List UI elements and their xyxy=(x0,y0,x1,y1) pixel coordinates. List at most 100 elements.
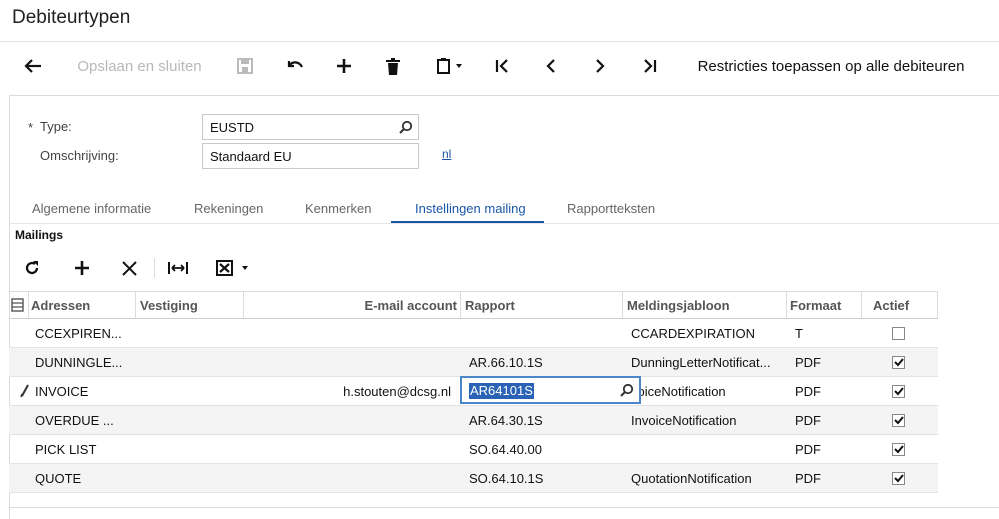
cell-actief[interactable] xyxy=(892,348,912,376)
undo-icon xyxy=(287,61,303,68)
delete-button[interactable] xyxy=(381,48,405,84)
undo-button[interactable] xyxy=(283,48,307,84)
search-icon[interactable] xyxy=(399,120,413,137)
active-checkbox[interactable] xyxy=(892,355,905,369)
top-divider xyxy=(0,41,999,42)
col-header-email-account[interactable]: E-mail account xyxy=(246,291,457,319)
apply-restrictions-button[interactable]: Restricties toepassen op alle debiteuren xyxy=(686,48,976,84)
cell-rapport[interactable]: AR.66.10.1S xyxy=(469,348,619,376)
add-row-button[interactable] xyxy=(70,252,94,284)
cell-formaat[interactable]: PDF xyxy=(795,406,855,434)
active-checkbox[interactable] xyxy=(892,384,905,398)
cell-formaat[interactable]: PDF xyxy=(795,435,855,463)
cell-adressen[interactable]: PICK LIST xyxy=(35,435,135,463)
cell-email-account[interactable]: h.stouten@dcsg.nl xyxy=(255,377,451,405)
back-button[interactable] xyxy=(20,48,46,84)
active-checkbox[interactable] xyxy=(892,413,905,427)
tab-attributes[interactable]: Kenmerken xyxy=(305,201,371,216)
table-row[interactable]: PICK LIST SO.64.40.00 PDF xyxy=(9,435,938,464)
plus-icon xyxy=(75,261,89,275)
cell-rapport[interactable]: AR.64.30.1S xyxy=(469,406,619,434)
cell-meldingsjabloon[interactable]: QuotationNotification xyxy=(631,464,786,492)
tab-accounts[interactable]: Rekeningen xyxy=(194,201,263,216)
cell-adressen[interactable]: DUNNINGLE... xyxy=(35,348,135,376)
cell-formaat[interactable]: T xyxy=(795,319,855,347)
prev-icon xyxy=(546,59,555,73)
description-value: Standaard EU xyxy=(210,149,292,164)
col-header-actief[interactable]: Actief xyxy=(873,291,933,319)
active-tab-indicator xyxy=(391,221,544,223)
active-checkbox[interactable] xyxy=(892,442,905,456)
cell-formaat[interactable]: PDF xyxy=(795,464,855,492)
language-link[interactable]: nl xyxy=(442,147,451,161)
cell-rapport[interactable]: SO.64.10.1S xyxy=(469,464,619,492)
delete-row-button[interactable] xyxy=(117,252,141,284)
export-excel-button[interactable] xyxy=(214,252,252,284)
active-checkbox[interactable] xyxy=(892,471,905,485)
cell-formaat[interactable]: PDF xyxy=(795,348,855,376)
col-separator xyxy=(135,291,136,319)
add-button[interactable] xyxy=(332,48,356,84)
grid-bottom-border xyxy=(9,507,999,508)
first-record-button[interactable] xyxy=(490,48,514,84)
plus-icon xyxy=(337,59,351,73)
close-icon xyxy=(121,260,137,276)
tab-general-info[interactable]: Algemene informatie xyxy=(32,201,151,216)
cell-meldingsjabloon[interactable]: CCARDEXPIRATION xyxy=(631,319,786,347)
col-separator xyxy=(622,291,623,319)
col-separator xyxy=(243,291,244,319)
cell-adressen[interactable]: QUOTE xyxy=(35,464,135,492)
col-separator xyxy=(861,291,862,319)
cell-formaat[interactable]: PDF xyxy=(795,377,855,405)
last-record-button[interactable] xyxy=(638,48,662,84)
grid-settings-button[interactable] xyxy=(11,291,27,319)
cell-actief[interactable] xyxy=(892,464,912,492)
cell-adressen[interactable]: CCEXPIREN... xyxy=(35,319,135,347)
save-close-button[interactable]: Opslaan en sluiten xyxy=(72,48,207,84)
col-header-formaat[interactable]: Formaat xyxy=(790,291,858,319)
cell-adressen[interactable]: INVOICE xyxy=(35,377,135,405)
refresh-button[interactable] xyxy=(20,252,44,284)
col-separator xyxy=(786,291,787,319)
tab-report-texts[interactable]: Rapportteksten xyxy=(567,201,655,216)
cell-actief[interactable] xyxy=(892,435,912,463)
refresh-icon xyxy=(25,261,39,275)
cell-meldingsjabloon[interactable]: InvoiceNotification xyxy=(631,406,786,434)
search-icon[interactable] xyxy=(620,383,634,402)
col-header-meldingsjabloon[interactable]: Meldingsjabloon xyxy=(627,291,782,319)
cell-actief[interactable] xyxy=(892,377,912,405)
col-header-vestiging[interactable]: Vestiging xyxy=(140,291,240,319)
excel-icon xyxy=(216,260,248,276)
pencil-icon xyxy=(20,384,30,403)
cell-meldingsjabloon[interactable]: voiceNotification xyxy=(631,377,786,405)
cell-adressen[interactable]: OVERDUE ... xyxy=(35,406,135,434)
table-row[interactable]: QUOTE SO.64.10.1S QuotationNotification … xyxy=(9,464,938,493)
clipboard-menu-button[interactable] xyxy=(432,48,468,84)
table-row[interactable]: OVERDUE ... AR.64.30.1S InvoiceNotificat… xyxy=(9,406,938,435)
tab-mailing-settings[interactable]: Instellingen mailing xyxy=(415,201,526,216)
type-value: EUSTD xyxy=(210,120,255,135)
trash-icon xyxy=(386,57,400,75)
col-header-rapport[interactable]: Rapport xyxy=(465,291,615,319)
section-title: Mailings xyxy=(15,228,64,242)
rapport-editor-value[interactable]: AR64101S xyxy=(469,383,534,399)
rapport-cell-editor[interactable]: AR64101S xyxy=(460,376,641,404)
active-checkbox[interactable] xyxy=(892,326,905,340)
cell-meldingsjabloon[interactable]: DunningLetterNotificat... xyxy=(631,348,786,376)
col-header-adressen[interactable]: Adressen xyxy=(31,291,131,319)
table-row[interactable]: CCEXPIREN... CCARDEXPIRATION T xyxy=(9,319,938,348)
next-record-button[interactable] xyxy=(588,48,612,84)
cell-actief[interactable] xyxy=(892,319,912,347)
save-button[interactable] xyxy=(233,48,257,84)
floppy-icon xyxy=(237,58,253,74)
cell-actief[interactable] xyxy=(892,406,912,434)
description-input[interactable]: Standaard EU xyxy=(202,143,419,169)
table-row[interactable]: DUNNINGLE... AR.66.10.1S DunningLetterNo… xyxy=(9,348,938,377)
page-title: Debiteurtypen xyxy=(12,7,131,28)
first-icon xyxy=(495,59,508,73)
previous-record-button[interactable] xyxy=(539,48,563,84)
fit-columns-button[interactable] xyxy=(166,252,190,284)
cell-rapport[interactable]: SO.64.40.00 xyxy=(469,435,619,463)
type-label: Type: xyxy=(40,119,72,134)
type-input[interactable]: EUSTD xyxy=(202,114,419,140)
